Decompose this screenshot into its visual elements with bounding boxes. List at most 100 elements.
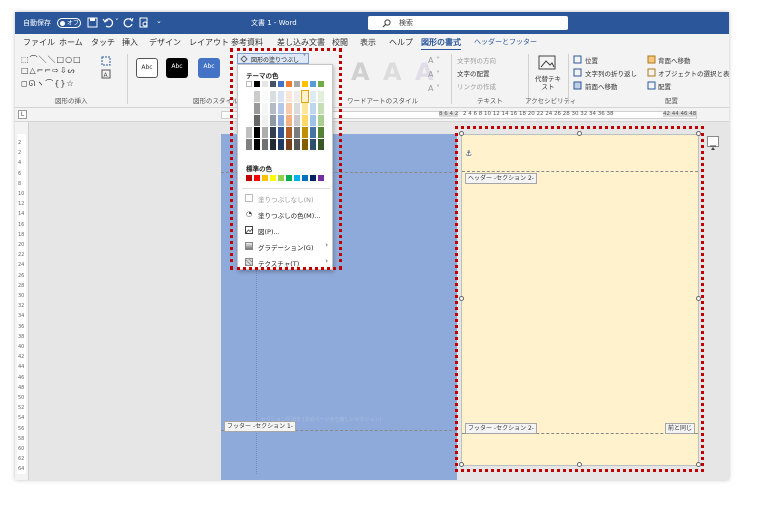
tab-shape-format[interactable]: 図形の書式 [421,37,461,51]
vertical-ruler-number: 8 [18,180,22,187]
ribbon-separator [127,54,128,104]
customize-toolbar-icon[interactable]: ⌄ [156,17,162,25]
wrap-text-button[interactable]: 文字列の折り返し [585,68,637,78]
send-backward-button[interactable]: 背面へ移動 [658,55,691,65]
textbox-icon[interactable]: A [101,69,111,79]
ruler-right-numbers: 2 4 6 8 10 12 14 16 18 20 22 24 26 28 30… [463,111,614,117]
redo-icon[interactable] [123,17,134,28]
vertical-ruler-number: 26 [18,272,25,279]
undo-dropdown-icon[interactable]: ˅ [115,18,119,26]
shape-insert-group-label: 図形の挿入 [55,97,88,105]
vertical-ruler-number: 48 [18,384,25,391]
vertical-ruler-number: 14 [18,211,25,218]
highlight-fill-menu [230,48,342,270]
vertical-ruler-number: 30 [18,293,25,299]
tab-insert[interactable]: 挿入 [122,37,138,48]
alt-text-icon[interactable] [538,55,556,71]
tab-view[interactable]: 表示 [360,37,376,48]
vertical-ruler-number: 40 [18,344,25,350]
undo-icon[interactable] [102,17,114,28]
footer-tag-section-1: フッター -セクション 1- [224,421,296,432]
autosave-toggle[interactable]: オフ [57,18,81,28]
tab-file[interactable]: ファイル [23,37,55,48]
vertical-ruler-number: 2 [18,140,22,146]
vertical-ruler-number: 16 [18,221,25,228]
vertical-ruler-number: 10 [18,191,25,197]
autosave-label: 自動保存 [23,19,51,27]
tab-review[interactable]: 校閲 [332,37,348,48]
tab-mailings[interactable]: 差し込み文書 [277,37,325,48]
vertical-ruler-number: 12 [18,201,25,208]
vertical-ruler-number: 46 [18,374,25,381]
save-icon[interactable] [87,17,98,28]
layout-options-button[interactable] [707,136,719,150]
vertical-ruler-number: 64 [18,466,25,473]
vertical-ruler-number: 20 [18,242,25,248]
tab-layout[interactable]: レイアウト [189,37,229,48]
vertical-ruler-number: 6 [18,170,22,177]
autosave-state: オフ [67,20,80,27]
vertical-ruler-number: 56 [18,425,25,432]
wordart-group-label: ワードアートのスタイル [347,97,419,105]
print-preview-icon[interactable] [139,17,149,28]
vertical-ruler-number: 32 [18,303,25,310]
title-bar: 自動保存 オフ ˅ ⌄ 文書 1 - Word 検索 [15,12,729,34]
vertical-ruler-number: 28 [18,282,25,289]
vertical-ruler-number: 60 [18,446,25,452]
vertical-ruler-number: 22 [18,252,25,259]
text-group-label: テキスト [477,97,503,105]
layout-options-icon [710,145,716,150]
ruler-left-numbers: 8 6 4 2 [439,111,459,117]
tab-header-footer[interactable]: ヘッダーとフッター [474,37,537,47]
vertical-ruler-number: 18 [18,231,25,238]
align-button[interactable]: 配置 [658,81,671,91]
vertical-ruler-number: 24 [18,262,25,269]
tab-selector[interactable]: L [18,110,27,119]
shape-style-white[interactable]: Abc [136,58,158,78]
vertical-ruler-number: 34 [18,313,25,320]
horizontal-ruler: L 8 6 4 2 2 4 6 8 10 12 14 16 18 20 22 2… [15,108,729,122]
ribbon-separator [568,54,569,104]
text-outline-icon[interactable]: A ˅ [428,70,440,79]
alt-text-button[interactable]: 代替テキスト [534,75,562,91]
tab-touch[interactable]: タッチ [91,37,115,48]
create-link-button[interactable]: リンクの作成 [457,81,496,91]
shape-gallery-row-2[interactable]: □△⌐⌐⇨⇩ᔕ [21,66,76,75]
text-fill-icon[interactable]: A ˅ [428,56,440,65]
ribbon: ⬚⌒＼＼□○□ □△⌐⌐⇨⇩ᔕ ◻ᘏヽ⌒{}☆ A 図形の挿入 Abc Abc … [15,50,729,108]
highlight-right-page [455,126,704,472]
tab-home[interactable]: ホーム [59,37,83,48]
document-title: 文書 1 - Word [251,19,297,27]
tab-design[interactable]: デザイン [149,37,181,48]
vertical-ruler-number: 4 [18,160,22,167]
vertical-ruler-number: 50 [18,395,25,401]
ribbon-tabs: ファイル ホーム タッチ 挿入 デザイン レイアウト 参考資料 差し込み文書 校… [15,34,729,51]
arrange-icons [573,55,582,90]
shape-gallery-row-1[interactable]: ⬚⌒＼＼□○□ [21,54,82,65]
wordart-style-1[interactable]: A [351,58,370,86]
edit-shape-icon[interactable] [101,56,111,66]
text-direction-button[interactable]: 文字列の方向 [457,55,496,65]
ribbon-separator [451,54,452,104]
tab-help[interactable]: ヘルプ [389,37,413,48]
shape-style-black[interactable]: Abc [166,58,188,78]
search-icon [382,19,391,28]
text-align-button[interactable]: 文字の配置 [457,68,490,78]
vertical-ruler: 2 2 4 6 8 10 12 14 16 18 20 22 24 26 28 30 32 34 36 38 40 42 4… [15,122,29,480]
bring-forward-button[interactable]: 前面へ移動 [585,81,618,91]
vertical-ruler-number: 38 [18,333,25,340]
ruler-far-right-numbers: 42 44 46 48 [663,111,697,117]
selection-pane-button[interactable]: オブジェクトの選択と表示 [658,68,729,78]
shape-style-blue[interactable]: Abc [198,58,220,78]
vertical-ruler-number: 42 [18,354,25,361]
vertical-ruler-number: 2 [18,150,22,157]
tab-references[interactable]: 参考資料 [231,37,263,48]
vertical-ruler-number: 36 [18,323,25,330]
arrange-group-label: 配置 [665,97,678,105]
position-button[interactable]: 位置 [585,55,598,65]
text-effects-icon[interactable]: A ˅ [428,84,440,93]
wordart-style-2[interactable]: A [383,58,402,86]
shape-gallery-row-3[interactable]: ◻ᘏヽ⌒{}☆ [21,78,75,89]
toggle-knob [60,20,65,26]
search-box[interactable]: 検索 [368,16,568,30]
